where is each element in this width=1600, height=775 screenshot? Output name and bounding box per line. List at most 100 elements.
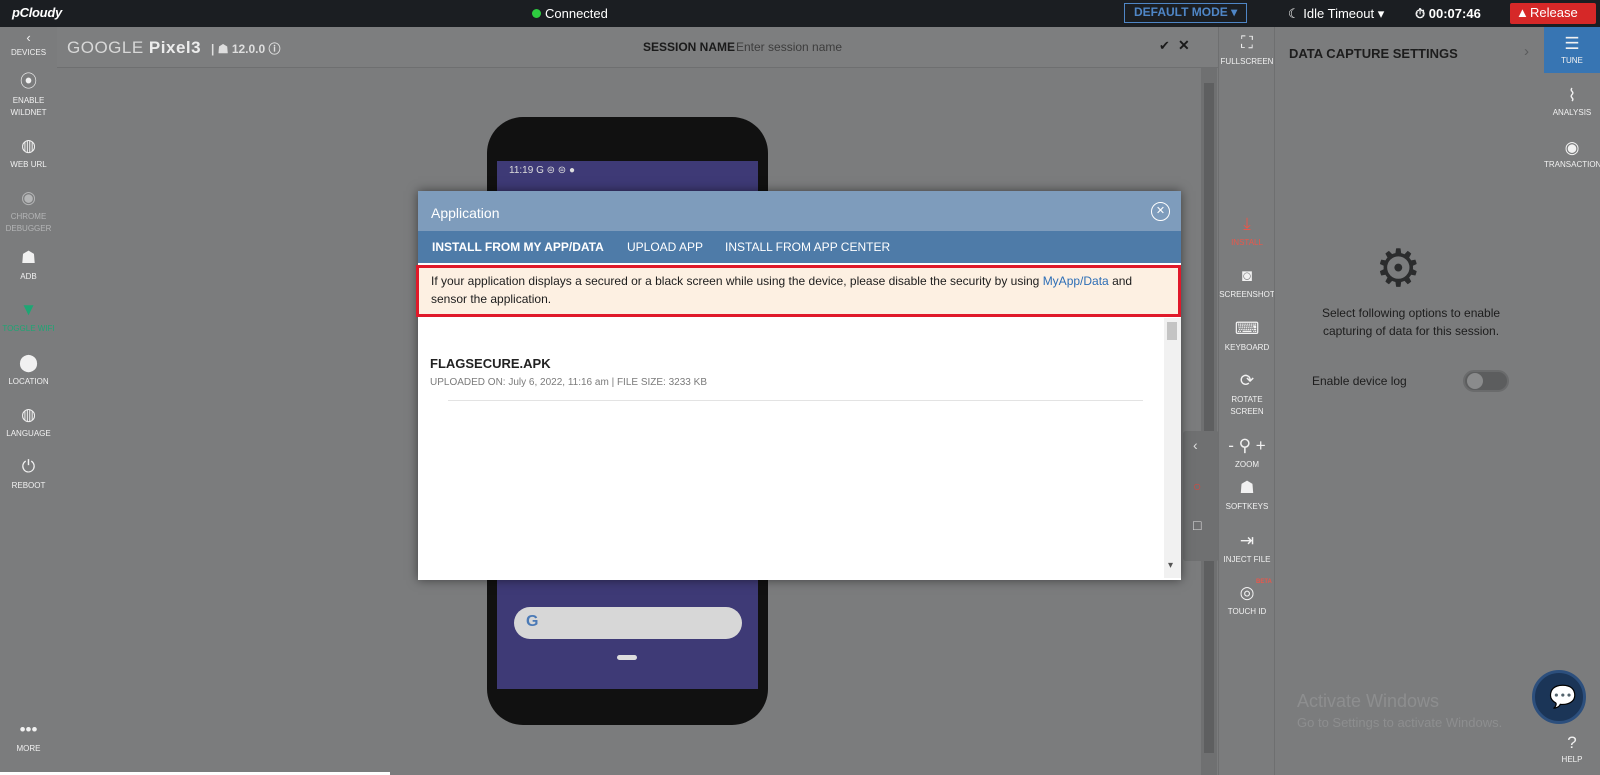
nav-language[interactable]: ◍ LANGUAGE xyxy=(0,404,57,440)
toolbar-label: ZOOM xyxy=(1235,460,1259,469)
chevron-right-icon[interactable]: › xyxy=(1524,43,1529,60)
beta-badge: BETA xyxy=(1256,579,1272,585)
tab-install-from-app-center[interactable]: INSTALL FROM APP CENTER xyxy=(725,240,890,254)
chevron-left-icon: ‹ xyxy=(26,30,31,45)
device-brand: GOOGLE xyxy=(67,38,144,57)
zoom-control[interactable]: - ⚲ + ZOOM xyxy=(1219,435,1275,471)
application-modal: Application ✕ INSTALL FROM MY APP/DATA U… xyxy=(416,191,1181,580)
nav-devices[interactable]: ‹ DEVICES xyxy=(0,31,57,59)
globe-icon: ◍ xyxy=(21,405,36,424)
chrome-icon: ◉ xyxy=(21,188,36,207)
chat-icon: 💬 xyxy=(1549,684,1577,709)
modal-tabs: INSTALL FROM MY APP/DATA UPLOAD APP INST… xyxy=(418,231,1181,263)
modal-scrollbar[interactable]: ▾ xyxy=(1164,318,1181,578)
mode-dropdown[interactable]: DEFAULT MODE ▾ xyxy=(1124,3,1247,23)
device-log-toggle[interactable] xyxy=(1463,370,1509,392)
caret-down-icon: ▾ xyxy=(1231,5,1238,19)
timer-value: 00:07:46 xyxy=(1428,6,1481,21)
home-pill[interactable] xyxy=(617,655,637,660)
stopwatch-icon: ⏱ xyxy=(1415,6,1426,21)
tab-analysis[interactable]: ⌇ ANALYSIS xyxy=(1544,85,1600,119)
nav-label: TOGGLE WIFI xyxy=(2,324,55,333)
nav-label: LANGUAGE xyxy=(6,429,51,438)
tab-upload-app[interactable]: UPLOAD APP xyxy=(627,240,703,254)
google-search-bar[interactable]: G xyxy=(514,607,742,639)
keyboard-icon: ⌨ xyxy=(1234,319,1260,338)
tab-install-from-my-app-data[interactable]: INSTALL FROM MY APP/DATA xyxy=(432,240,604,254)
device-log-label: Enable device log xyxy=(1312,374,1407,388)
warning-icon: ▲ xyxy=(1516,5,1529,20)
nav-label: DEVICES xyxy=(10,48,47,57)
nav-location[interactable]: ⬤ LOCATION xyxy=(0,352,57,388)
tab-tune[interactable]: ☰ TUNE xyxy=(1544,27,1600,73)
tab-label: HELP xyxy=(1561,755,1583,764)
toolbar-label: INJECT FILE xyxy=(1223,555,1271,564)
idle-timeout-dropdown[interactable]: ☾ Idle Timeout ▾ xyxy=(1288,6,1384,22)
myapp-data-link[interactable]: MyApp/Data xyxy=(1043,274,1109,288)
nav-chrome-debugger[interactable]: ◉ CHROME DEBUGGER xyxy=(0,187,57,235)
windows-watermark-sub: Go to Settings to activate Windows. xyxy=(1297,715,1503,730)
install-button[interactable]: ⤓ INSTALL xyxy=(1219,213,1275,249)
tab-help[interactable]: ? HELP xyxy=(1544,732,1600,766)
device-title: GOOGLE Pixel3 xyxy=(67,38,201,58)
right-tabs: ☰ TUNE ⌇ ANALYSIS ◉ TRANSACTION ? HELP xyxy=(1544,27,1600,775)
check-icon[interactable]: ✔ xyxy=(1159,38,1170,54)
toolbar-label: INSTALL xyxy=(1231,238,1263,247)
info-icon[interactable]: ⓘ xyxy=(269,42,281,56)
nav-more[interactable]: ••• MORE xyxy=(0,719,57,755)
close-icon[interactable]: ✕ xyxy=(1178,37,1190,54)
device-toolbar: ⛶ FULLSCREEN ⤓ INSTALL ◙ SCREENSHOT ⌨ KEYBOA… xyxy=(1218,27,1275,775)
recents-square-icon[interactable]: □ xyxy=(1193,517,1201,533)
security-alert: If your application displays a secured o… xyxy=(416,265,1181,317)
home-circle-icon[interactable]: ○ xyxy=(1193,478,1201,494)
toolbar-label: FULLSCREEN xyxy=(1220,57,1274,66)
tab-transaction[interactable]: ◉ TRANSACTION xyxy=(1544,137,1600,171)
chat-button[interactable]: 💬 xyxy=(1532,670,1586,724)
connection-status-text: Connected xyxy=(545,6,608,21)
scrollbar-thumb[interactable] xyxy=(1204,83,1214,753)
modal-title: Application xyxy=(431,205,500,221)
nav-toggle-wifi[interactable]: ▼ TOGGLE WIFI xyxy=(0,299,57,335)
screenshot-button[interactable]: ◙ SCREENSHOT xyxy=(1219,265,1275,301)
keyboard-button[interactable]: ⌨ KEYBOARD xyxy=(1219,318,1275,354)
toolbar-label: ROTATE SCREEN xyxy=(1230,395,1264,416)
antenna-icon: ⦿ xyxy=(20,72,37,91)
row-divider xyxy=(448,400,1143,401)
pcloudy-logo: pCloudy xyxy=(12,5,62,20)
softkeys-button[interactable]: ☗ SOFTKEYS xyxy=(1219,477,1275,513)
nav-label: ENABLE WILDNET xyxy=(10,96,47,117)
viewport-scrollbar[interactable] xyxy=(1201,68,1217,775)
nav-label: REBOOT xyxy=(11,481,46,490)
rotate-screen-button[interactable]: ⟳ ROTATE SCREEN xyxy=(1219,370,1275,418)
back-chevron-icon[interactable]: ‹ xyxy=(1193,437,1198,453)
touch-id-button[interactable]: ◎ TOUCH ID xyxy=(1219,582,1275,618)
os-version: | ☗ 12.0.0 ⓘ xyxy=(211,42,281,56)
wifi-icon: ▼ xyxy=(20,300,37,319)
scroll-down-icon[interactable]: ▾ xyxy=(1168,560,1173,571)
windows-watermark-title: Activate Windows xyxy=(1297,691,1440,711)
panel-title: DATA CAPTURE SETTINGS xyxy=(1289,46,1458,61)
device-time: 11:19 xyxy=(509,165,534,176)
session-timer: ⏱ 00:07:46 xyxy=(1415,6,1481,22)
fullscreen-icon: ⛶ xyxy=(1241,33,1253,52)
nav-reboot[interactable]: ⏻ REBOOT xyxy=(0,456,57,492)
nav-adb[interactable]: ☗ ADB xyxy=(0,247,57,283)
device-status-bar: 11:19 G ⊜ ⊜ ● xyxy=(509,165,575,176)
session-name-input[interactable] xyxy=(736,38,1036,56)
fullscreen-button[interactable]: ⛶ FULLSCREEN xyxy=(1219,32,1275,68)
release-button[interactable]: ▲ Release xyxy=(1510,3,1596,24)
top-bar: pCloudy Connected DEFAULT MODE ▾ ☾ Idle … xyxy=(0,0,1600,27)
file-name[interactable]: FLAGSECURE.APK xyxy=(430,356,551,371)
modal-close-icon[interactable]: ✕ xyxy=(1151,202,1170,221)
inject-file-icon: ⇥ xyxy=(1239,531,1255,550)
toggle-knob xyxy=(1467,373,1483,389)
modal-scroll-thumb[interactable] xyxy=(1167,322,1177,340)
power-icon: ⏻ xyxy=(21,457,36,476)
help-icon: ? xyxy=(1567,733,1577,752)
nav-web-url[interactable]: ◍ WEB URL xyxy=(0,135,57,171)
download-icon: ⤓ xyxy=(1243,214,1251,233)
nav-enable-wildnet[interactable]: ⦿ ENABLE WILDNET xyxy=(0,71,57,119)
inject-file-button[interactable]: ⇥ INJECT FILE xyxy=(1219,530,1275,566)
fingerprint-icon: ◎ xyxy=(1239,583,1255,602)
rotate-icon: ⟳ xyxy=(1239,371,1255,390)
